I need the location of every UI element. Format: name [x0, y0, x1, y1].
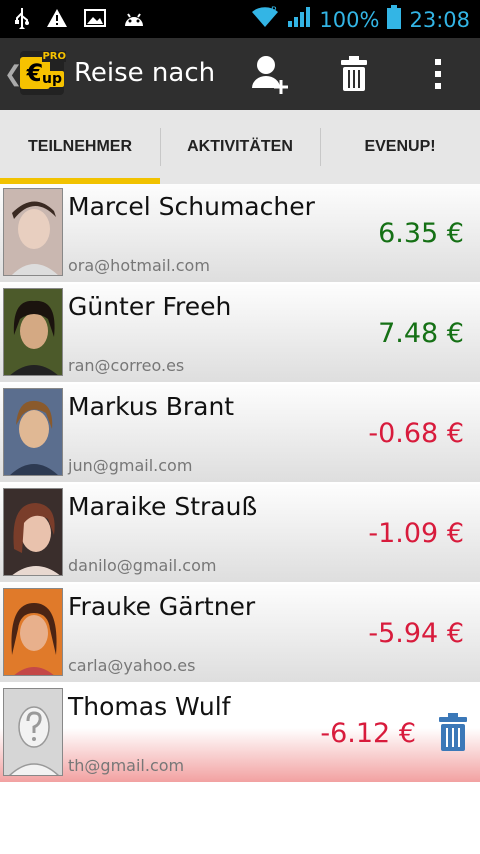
avatar: [3, 188, 63, 276]
overflow-menu-button[interactable]: [414, 52, 462, 96]
tab-activities[interactable]: AKTIVITÄTEN: [160, 110, 320, 184]
image-icon: [84, 8, 106, 33]
participant-row-selected[interactable]: Thomas Wulf th@gmail.com -6.12 €: [0, 684, 480, 784]
clock: 23:08: [409, 7, 470, 32]
balance-amount: 6.35 €: [378, 218, 464, 249]
avatar: [3, 588, 63, 676]
balance-amount: 7.48 €: [378, 318, 464, 349]
page-title: Reise nach …: [74, 58, 219, 88]
participant-name: Markus Brant: [68, 392, 235, 421]
participant-email: ora@hotmail.com: [68, 256, 210, 275]
notification-icons: [14, 7, 146, 34]
wifi-icon: R: [251, 5, 279, 34]
android-icon: [122, 8, 146, 33]
participant-row[interactable]: Marcel Schumacher ora@hotmail.com 6.35 €: [0, 184, 480, 284]
system-indicators: R 100% 23:08: [251, 5, 470, 34]
balance-amount: -6.12 €: [320, 718, 416, 749]
delete-icon: [341, 56, 367, 91]
participant-row[interactable]: Günter Freeh ran@correo.es 7.48 €: [0, 284, 480, 384]
participant-email: jun@gmail.com: [68, 456, 193, 475]
participant-email: ran@correo.es: [68, 356, 185, 375]
participant-row[interactable]: Maraike Strauß danilo@gmail.com -1.09 €: [0, 484, 480, 584]
placeholder-avatar: [3, 688, 63, 776]
overflow-menu-icon: [435, 59, 441, 89]
trash-icon: [439, 713, 467, 751]
participant-row[interactable]: Frauke Gärtner carla@yahoo.es -5.94 €: [0, 584, 480, 684]
add-user-icon: [252, 56, 288, 94]
app-logo[interactable]: € up PRO: [20, 51, 66, 95]
avatar: [3, 388, 63, 476]
participant-name: Maraike Strauß: [68, 492, 258, 521]
status-bar: R 100% 23:08: [0, 0, 480, 38]
balance-amount: -5.94 €: [368, 618, 464, 649]
tab-bar: TEILNEHMER AKTIVITÄTEN EVENUP!: [0, 110, 480, 184]
avatar: [3, 488, 63, 576]
battery-percent: 100%: [319, 7, 380, 32]
avatar: [3, 288, 63, 376]
delete-button[interactable]: [330, 52, 378, 96]
delete-participant-button[interactable]: [438, 712, 468, 752]
logo-pro-badge: PRO: [42, 51, 66, 62]
balance-amount: -0.68 €: [368, 418, 464, 449]
action-bar: ❮ € up PRO Reise nach …: [0, 38, 480, 110]
participant-email: th@gmail.com: [68, 756, 185, 775]
participant-row[interactable]: Markus Brant jun@gmail.com -0.68 €: [0, 384, 480, 484]
participant-name: Günter Freeh: [68, 292, 232, 321]
participant-list: Marcel Schumacher ora@hotmail.com 6.35 €…: [0, 184, 480, 784]
logo-up: up: [40, 71, 64, 87]
participant-email: carla@yahoo.es: [68, 656, 196, 675]
tab-evenup[interactable]: EVENUP!: [320, 110, 480, 184]
participant-name: Marcel Schumacher: [68, 192, 315, 221]
usb-icon: [14, 7, 30, 34]
tab-participants[interactable]: TEILNEHMER: [0, 110, 160, 184]
participant-email: danilo@gmail.com: [68, 556, 217, 575]
balance-amount: -1.09 €: [368, 518, 464, 549]
battery-icon: [387, 5, 402, 34]
participant-name: Frauke Gärtner: [68, 592, 256, 621]
warning-icon: [46, 8, 68, 33]
svg-text:R: R: [271, 6, 277, 16]
add-participant-button[interactable]: [246, 52, 294, 96]
signal-icon: [287, 5, 311, 34]
participant-name: Thomas Wulf: [68, 692, 231, 721]
